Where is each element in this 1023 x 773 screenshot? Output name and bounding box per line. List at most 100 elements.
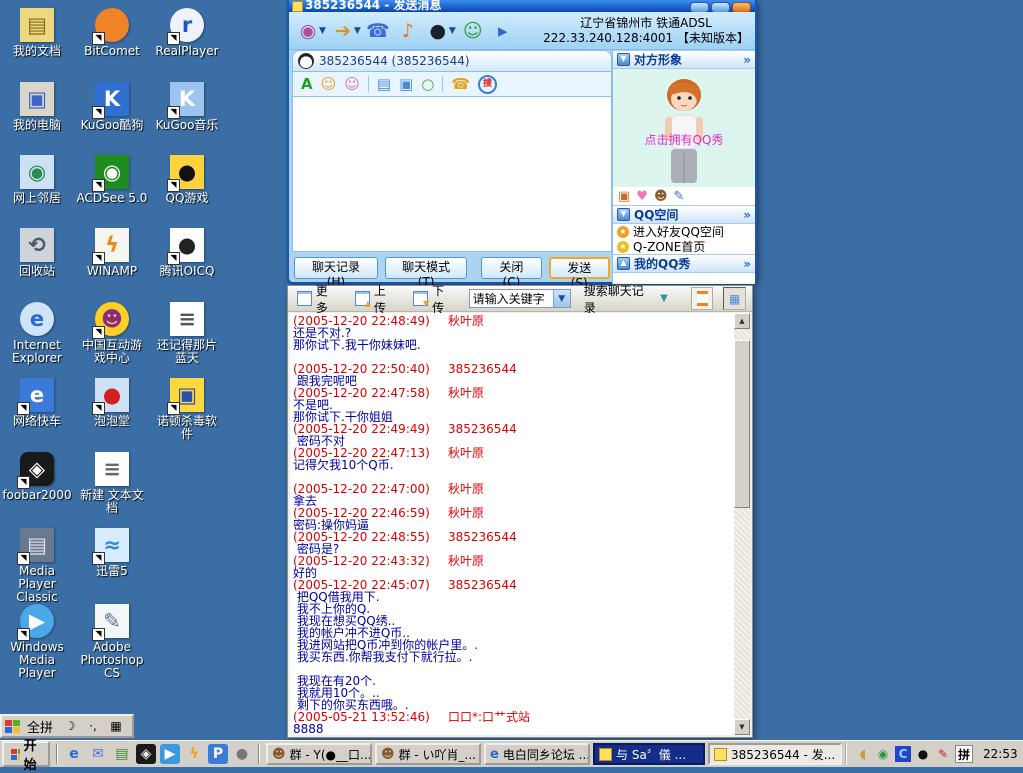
desktop-icon-tencent-oicq[interactable]: ●◥腾讯OICQ: [150, 228, 224, 278]
desktop-icon-qq-games[interactable]: ●◥QQ游戏: [150, 155, 224, 205]
desktop-icon-norton-antivirus[interactable]: ▣◥诺顿杀毒软 件: [150, 378, 224, 441]
mobile-message-button[interactable]: ☎: [451, 77, 470, 92]
combo-dropdown-icon[interactable]: ▼: [553, 290, 570, 307]
desktop-icon-remember-blue-sky[interactable]: ≡还记得那片 蓝天: [150, 302, 224, 365]
qzone-home[interactable]: ★Q-ZONE首页: [613, 239, 755, 254]
upload-records-button[interactable]: ▲ 上传: [352, 289, 400, 309]
notepad-quick-icon[interactable]: ▤: [112, 744, 132, 764]
qq-tray-icon[interactable]: ●: [915, 746, 931, 762]
desktop-icon-my-documents[interactable]: ▤我的文档: [0, 8, 74, 58]
desktop-icon-new-text-doc[interactable]: ≡新建 文本文 档: [75, 452, 149, 515]
collapse-icon[interactable]: ▼: [617, 208, 630, 221]
music-cd-button[interactable]: ♪: [395, 18, 421, 44]
mail-quick-icon[interactable]: ✉: [88, 744, 108, 764]
desktop-icon-windows-media-player[interactable]: ▶◥Windows Media Player: [0, 604, 74, 680]
qqshow-dress-icon[interactable]: ♥: [636, 190, 648, 203]
title-bar[interactable]: 385236544 - 发送消息: [289, 0, 755, 12]
scroll-down-button[interactable]: ▼: [734, 719, 750, 735]
task-button[interactable]: 385236544 - 发...: [708, 743, 842, 765]
collapse-icon[interactable]: ▼: [617, 53, 630, 66]
globe-icon[interactable]: ◉: [875, 746, 891, 762]
ime-logo-icon[interactable]: [5, 720, 20, 733]
task-button[interactable]: ☻群 - い吖肖_...: [375, 743, 481, 765]
desktop-icon-media-player-classic[interactable]: ▤◥Media Player Classic: [0, 528, 74, 604]
ime-halfwidth-moon-icon[interactable]: ☽: [60, 716, 80, 736]
chevron-more-icon[interactable]: »: [743, 208, 751, 222]
qqshow-design-icon[interactable]: ✎: [674, 190, 685, 203]
task-button[interactable]: ☻群 - Y(●__口...: [266, 743, 372, 765]
search-chat-button[interactable]: 搜: [478, 75, 497, 94]
dropdown-arrow-icon[interactable]: ▼: [319, 26, 326, 36]
send-file-button[interactable]: ➔▼: [330, 18, 361, 44]
minimize-button[interactable]: [690, 2, 709, 12]
messenger-quick-icon[interactable]: P: [208, 744, 228, 764]
qqshow-gallery-icon[interactable]: ▣: [618, 190, 630, 203]
ime-punctuation-icon[interactable]: ·,: [83, 716, 103, 736]
ime-keyboard-icon[interactable]: ▦: [106, 716, 126, 736]
opponent-image-header[interactable]: ▼ 对方形象 »: [613, 50, 755, 69]
expand-icon[interactable]: ▲: [617, 257, 630, 270]
chinanet-icon[interactable]: C: [895, 746, 911, 762]
send-image-button[interactable]: ▤: [377, 77, 391, 92]
mobile-chat-button[interactable]: ☎: [365, 18, 391, 44]
desktop-icon-recycle-bin[interactable]: ⟲回收站: [0, 228, 74, 278]
screen-capture-button[interactable]: ▣: [399, 77, 413, 92]
task-button[interactable]: e电白同乡论坛 ...: [484, 743, 590, 765]
close-chat-button[interactable]: 关闭(C): [481, 257, 541, 279]
my-qq-show-header[interactable]: ▲ 我的QQ秀 »: [613, 254, 755, 273]
more-records-button[interactable]: 更多: [294, 289, 342, 309]
wmp-quick-icon[interactable]: ▶: [160, 744, 180, 764]
ie-quick-icon[interactable]: e: [64, 744, 84, 764]
desktop-icon-paopaotang[interactable]: ●◥泡泡堂: [75, 378, 149, 428]
desktop-icon-winamp[interactable]: ϟ◥WINAMP: [75, 228, 149, 278]
chat-history-button[interactable]: 聊天记录(H): [294, 257, 378, 279]
desktop-icon-acdsee[interactable]: ◉◥ACDSee 5.0: [75, 155, 149, 205]
more-tools-arrow[interactable]: ▸: [490, 18, 516, 44]
maximize-button[interactable]: [711, 2, 730, 12]
task-button[interactable]: 与 Sa〞儀 ...: [593, 743, 705, 765]
desktop-icon-photoshop[interactable]: ✎◥Adobe Photoshop CS: [75, 604, 149, 680]
scroll-up-button[interactable]: ▲: [734, 313, 750, 329]
desktop-icon-foobar2000[interactable]: ◈◥foobar2000: [0, 452, 74, 502]
desktop-icon-realplayer[interactable]: r◥RealPlayer: [150, 8, 224, 58]
start-button[interactable]: 开始: [2, 741, 50, 767]
ime-toolbar[interactable]: 全拼 ☽ ·, ▦: [0, 714, 134, 738]
qzone-header[interactable]: ▼ QQ空间 »: [613, 205, 755, 224]
message-input[interactable]: [292, 96, 612, 252]
desktop-icon-network-places[interactable]: ◉网上邻居: [0, 155, 74, 205]
desktop-icon-kugoo[interactable]: K◥KuGoo酷狗: [75, 82, 149, 132]
pen-icon[interactable]: ✎: [935, 746, 951, 762]
app-quick-icon[interactable]: ●: [232, 744, 252, 764]
desktop-icon-flashget[interactable]: e◥网络快车: [0, 378, 74, 428]
chat-mode-button[interactable]: 聊天模式(T): [385, 257, 467, 279]
qq-boat-button[interactable]: ●▼: [425, 18, 456, 44]
enter-friend-qzone[interactable]: ★进入好友QQ空间: [613, 224, 755, 239]
video-chat-button[interactable]: ◉▼: [295, 18, 326, 44]
qq-show-face-button[interactable]: ☺: [344, 77, 360, 92]
dropdown-arrow-icon[interactable]: ▼: [449, 26, 456, 36]
chat-history-list[interactable]: (2005-12-20 22:48:49)秋叶原还是不对.?那你试下.我干你妹妹…: [290, 313, 734, 735]
add-friend-button[interactable]: ☺: [460, 18, 486, 44]
ime-mode-button[interactable]: 全拼: [23, 716, 57, 737]
pinyin-icon[interactable]: 拼: [955, 745, 973, 763]
winamp-quick-icon[interactable]: ϟ: [184, 744, 204, 764]
font-button[interactable]: A: [301, 77, 313, 92]
qq-show-avatar[interactable]: 点击拥有QQ秀: [613, 69, 755, 187]
desktop-icon-china-game-center[interactable]: ☻◥中国互动游 戏中心: [75, 302, 149, 365]
list-view-button[interactable]: [691, 287, 714, 310]
desktop-icon-xunlei[interactable]: ≈◥迅雷5: [75, 528, 149, 578]
tree-view-button[interactable]: ▦: [723, 287, 746, 310]
send-button[interactable]: 发送(S): [549, 257, 610, 279]
desktop-icon-my-computer[interactable]: ▣我的电脑: [0, 82, 74, 132]
search-dropdown-icon[interactable]: ▼: [660, 293, 668, 304]
chat-bubble-button[interactable]: ○: [421, 77, 434, 92]
desktop-icon-kugoo-music[interactable]: K◥KuGoo音乐: [150, 82, 224, 132]
qqshow-friend-icon[interactable]: ☻: [654, 190, 668, 203]
scrollbar[interactable]: ▲ ▼: [734, 313, 750, 735]
download-records-button[interactable]: ▼ 下传: [410, 289, 458, 309]
volume-icon[interactable]: ◖: [855, 746, 871, 762]
desktop-icon-bitcomet[interactable]: ◥BitComet: [75, 8, 149, 58]
desktop-icon-internet-explorer[interactable]: eInternet Explorer: [0, 302, 74, 365]
emoticon-button[interactable]: ☺: [321, 77, 337, 92]
keyword-combo[interactable]: 请输入关键字 ▼: [469, 289, 571, 308]
